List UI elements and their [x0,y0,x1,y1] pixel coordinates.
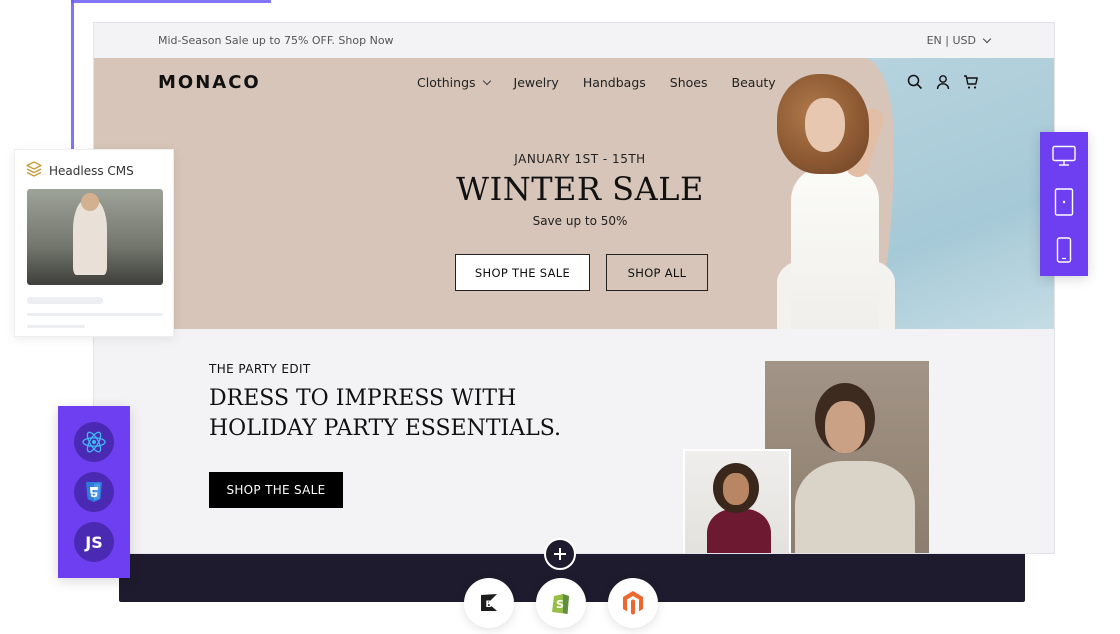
placeholder-line [27,325,85,328]
desktop-icon[interactable] [1050,142,1078,170]
search-icon[interactable] [907,74,923,90]
tech-stack-panel: JS [58,406,130,578]
hero-actions: SHOP THE SALE SHOP ALL [455,254,708,291]
shopify-icon[interactable]: S [536,578,586,628]
nav-item-shoes[interactable]: Shoes [670,75,708,90]
nav-item-label: Clothings [417,74,476,90]
plus-icon [554,548,566,560]
connector-line [71,0,271,3]
nav-item-handbags[interactable]: Handbags [583,75,646,90]
promo-text[interactable]: Mid-Season Sale up to 75% OFF. Shop Now [158,34,394,47]
brand-logo[interactable]: MONACO [158,72,417,93]
svg-text:S: S [556,598,564,611]
model-photo-small [683,449,791,553]
cart-icon[interactable] [963,74,979,90]
locale-label: EN | USD [926,34,976,47]
party-edit-section: THE PARTY EDIT DRESS TO IMPRESS WITH HOL… [94,329,1054,553]
placeholder-line [27,313,163,316]
hero-model-image [759,68,929,329]
nav-item-jewelry[interactable]: Jewelry [514,75,559,90]
layers-icon [25,160,43,181]
css3-icon[interactable] [74,472,114,512]
tablet-icon[interactable] [1050,188,1078,216]
cms-card[interactable]: Headless CMS [14,149,174,337]
shop-the-sale-button[interactable]: SHOP THE SALE [455,254,590,291]
connector-line [71,0,74,150]
chevron-down-icon [482,76,491,85]
bigcommerce-icon[interactable]: B [464,578,514,628]
section-kicker: THE PARTY EDIT [209,362,311,376]
nav-icons [907,74,979,90]
mobile-icon[interactable] [1050,236,1078,264]
section-title: DRESS TO IMPRESS WITH HOLIDAY PARTY ESSE… [209,386,561,441]
hero-date: JANUARY 1ST - 15TH [514,152,646,166]
cms-title: Headless CMS [49,163,134,178]
hero-copy: JANUARY 1ST - 15TH WINTER SALE Save up t… [454,152,706,228]
storefront-preview: Mid-Season Sale up to 75% OFF. Shop Now … [93,22,1055,554]
nav-item-clothings[interactable]: Clothings [417,74,491,90]
hero-banner: MONACO Clothings Jewelry Handbags Shoes … [94,58,1054,329]
placeholder-line [27,297,103,304]
shop-the-sale-button[interactable]: SHOP THE SALE [209,472,343,508]
magento-icon[interactable] [608,578,658,628]
device-switcher [1040,132,1088,276]
react-icon[interactable] [74,422,114,462]
add-platform-button[interactable] [544,538,576,570]
main-nav: MONACO Clothings Jewelry Handbags Shoes … [94,58,1054,106]
hero-title: WINTER SALE [456,170,704,208]
cms-image [27,189,163,285]
user-icon[interactable] [935,74,951,90]
svg-text:B: B [486,600,493,610]
nav-menu: Clothings Jewelry Handbags Shoes Beauty [417,75,776,90]
cms-header: Headless CMS [15,150,173,181]
hero-subtitle: Save up to 50% [532,214,628,228]
chevron-down-icon [982,34,992,44]
shop-all-button[interactable]: SHOP ALL [606,254,708,291]
javascript-icon[interactable]: JS [74,522,114,562]
promo-bar: Mid-Season Sale up to 75% OFF. Shop Now … [94,23,1054,58]
nav-item-beauty[interactable]: Beauty [732,75,776,90]
locale-selector[interactable]: EN | USD [926,34,992,47]
